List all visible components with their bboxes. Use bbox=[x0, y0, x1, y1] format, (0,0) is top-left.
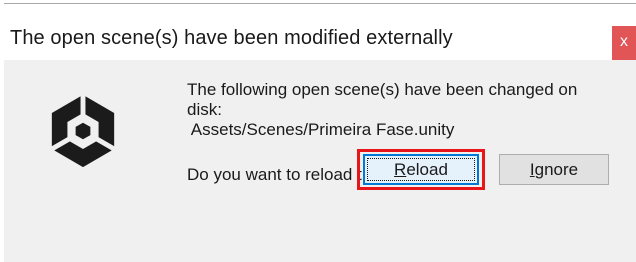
ignore-button-label: Ignore bbox=[530, 160, 578, 179]
scene-path: Assets/Scenes/Primeira Fase.unity bbox=[187, 120, 455, 139]
unity-logo-icon bbox=[50, 94, 116, 168]
message-line: disk: bbox=[187, 100, 222, 119]
reload-button-label: Reload bbox=[394, 160, 448, 179]
close-button[interactable]: x bbox=[612, 26, 636, 60]
reload-label-rest: eload bbox=[406, 160, 448, 179]
ignore-label-rest: gnore bbox=[534, 160, 579, 179]
dialog-title: The open scene(s) have been modified ext… bbox=[10, 27, 453, 49]
ignore-button[interactable]: Ignore bbox=[499, 154, 609, 185]
reload-mnemonic: R bbox=[394, 160, 407, 179]
reload-button[interactable]: Reload bbox=[363, 154, 479, 185]
title-bar[interactable]: The open scene(s) have been modified ext… bbox=[0, 4, 636, 60]
message-text: The following open scene(s) have been ch… bbox=[187, 80, 627, 140]
message-line: The following open scene(s) have been ch… bbox=[187, 80, 578, 99]
modified-scene-dialog: The open scene(s) have been modified ext… bbox=[0, 0, 636, 262]
